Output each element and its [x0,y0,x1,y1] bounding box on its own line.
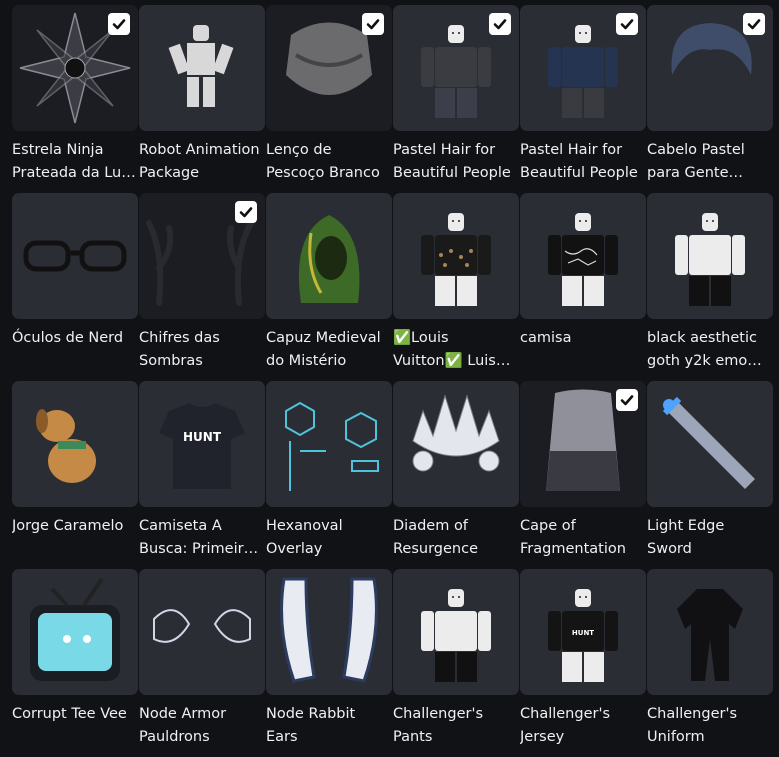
item-thumbnail[interactable] [393,5,519,131]
checkmark-icon[interactable] [616,389,638,411]
item-card[interactable]: Jorge Caramelo [12,381,138,569]
item-name[interactable]: Node Armor Pauldrons [139,703,263,749]
item-card[interactable]: Challenger's Uniform [647,569,773,757]
hologram-icon [285,401,379,491]
item-card[interactable]: Cape of Fragmentation [520,381,646,569]
item-name[interactable]: Challenger's Uniform [647,703,771,749]
item-thumbnail[interactable] [266,5,392,131]
item-card[interactable]: Cabelo Pastel para Gente Bonita [647,5,773,193]
item-thumbnail[interactable] [520,5,646,131]
item-card[interactable]: Pastel Hair for Beautiful People [520,5,646,193]
item-name[interactable]: Pastel Hair for Beautiful People [520,139,644,185]
item-card[interactable]: Node Armor Pauldrons [139,569,265,757]
item-thumbnail[interactable]: HUNT [520,569,646,695]
pauldrons-icon [153,609,251,643]
svg-text:HUNT: HUNT [183,430,222,444]
item-name[interactable]: Node Rabbit Ears [266,703,390,749]
rabbit-ears-icon [280,577,378,683]
item-name[interactable]: black aesthetic goth y2k emo pants [647,327,771,373]
diadem-icon [412,394,500,472]
item-card[interactable]: Diadem of Resurgence [393,381,519,569]
item-card[interactable]: Lenço de Pescoço Branco [266,5,392,193]
item-name[interactable]: Capuz Medieval do Mistério [266,327,390,373]
item-card[interactable]: camisa [520,193,646,381]
item-name[interactable]: Camiseta A Busca: Primeira Edição [139,515,263,561]
item-card[interactable]: Chifres das Sombras [139,193,265,381]
item-thumbnail[interactable] [266,381,392,507]
sword-icon [662,396,755,489]
item-card[interactable]: Capuz Medieval do Mistério [266,193,392,381]
item-thumbnail[interactable] [139,5,265,131]
item-thumbnail[interactable] [520,381,646,507]
item-thumbnail[interactable]: HUNT [139,381,265,507]
avatar-pants-icon [675,213,745,306]
item-thumbnail[interactable] [12,193,138,319]
checkmark-icon[interactable] [108,13,130,35]
hood-icon [298,215,360,303]
item-name[interactable]: Challenger's Pants [393,703,517,749]
item-card[interactable]: Pastel Hair for Beautiful People [393,5,519,193]
item-name[interactable]: Diadem of Resurgence [393,515,517,561]
item-name[interactable]: Light Edge Sword [647,515,771,561]
dog-icon [36,409,96,483]
item-card[interactable]: Estrela Ninja Prateada da Lua Negra [12,5,138,193]
item-grid: Estrela Ninja Prateada da Lua NegraRobot… [0,0,779,757]
item-thumbnail[interactable] [647,193,773,319]
item-thumbnail[interactable] [12,569,138,695]
item-name[interactable]: Cape of Fragmentation [520,515,644,561]
item-thumbnail[interactable] [12,5,138,131]
item-name[interactable]: Corrupt Tee Vee [12,703,136,726]
item-name[interactable]: Challenger's Jersey [520,703,644,749]
item-thumbnail[interactable] [139,193,265,319]
item-thumbnail[interactable] [12,381,138,507]
checkmark-icon[interactable] [489,13,511,35]
checkmark-icon[interactable] [616,13,638,35]
item-card[interactable]: Challenger's Pants [393,569,519,757]
item-thumbnail[interactable] [647,569,773,695]
item-card[interactable]: HUNT Challenger's Jersey [520,569,646,757]
item-name[interactable]: Pastel Hair for Beautiful People [393,139,517,185]
item-thumbnail[interactable] [266,569,392,695]
item-name[interactable]: Chifres das Sombras [139,327,263,373]
item-name[interactable]: camisa [520,327,644,350]
item-thumbnail[interactable] [520,193,646,319]
avatar-pants-icon [421,589,491,682]
item-card[interactable]: Hexanoval Overlay [266,381,392,569]
item-card[interactable]: Robot Animation Package [139,5,265,193]
item-thumbnail[interactable] [647,381,773,507]
item-name[interactable]: Robot Animation Package [139,139,263,185]
item-name[interactable]: Cabelo Pastel para Gente Bonita [647,139,771,185]
item-name[interactable]: Estrela Ninja Prateada da Lua Negra [12,139,136,185]
item-thumbnail[interactable] [266,193,392,319]
avatar-shirt-icon [548,213,618,306]
item-name[interactable]: ✅Louis Vuitton✅ Luis Vuitton [393,327,517,373]
item-card[interactable]: black aesthetic goth y2k emo pants [647,193,773,381]
checkmark-icon[interactable] [362,13,384,35]
item-card[interactable]: ✅Louis Vuitton✅ Luis Vuitton [393,193,519,381]
item-thumbnail[interactable] [647,5,773,131]
checkmark-icon[interactable] [743,13,765,35]
glasses-icon [23,240,127,272]
avatar-shirt-icon: HUNT [548,589,618,682]
item-thumbnail[interactable] [393,381,519,507]
tv-head-icon [30,577,120,681]
item-thumbnail[interactable] [393,193,519,319]
item-name[interactable]: Lenço de Pescoço Branco [266,139,390,185]
item-card[interactable]: Óculos de Nerd [12,193,138,381]
item-card[interactable]: Node Rabbit Ears [266,569,392,757]
item-name[interactable]: Jorge Caramelo [12,515,136,538]
svg-text:HUNT: HUNT [572,629,594,637]
item-name[interactable]: Hexanoval Overlay [266,515,390,561]
uniform-icon [677,589,743,681]
item-thumbnail[interactable] [393,569,519,695]
item-card[interactable]: HUNT Camiseta A Busca: Primeira Edição [139,381,265,569]
item-card[interactable]: Corrupt Tee Vee [12,569,138,757]
item-name[interactable]: Óculos de Nerd [12,327,136,350]
avatar-shirt-icon [421,213,491,306]
tshirt-icon: HUNT [159,403,245,489]
robot-avatar-icon [168,25,234,107]
item-thumbnail[interactable] [139,569,265,695]
checkmark-icon[interactable] [235,201,257,223]
item-card[interactable]: Light Edge Sword [647,381,773,569]
